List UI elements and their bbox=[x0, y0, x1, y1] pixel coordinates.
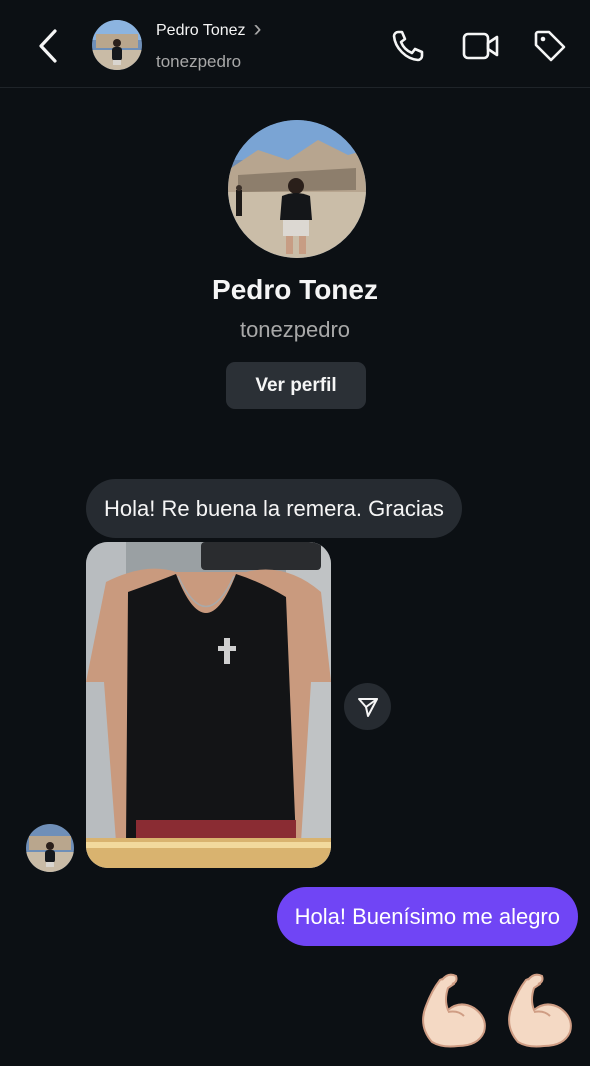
outgoing-emoji-message[interactable] bbox=[414, 970, 576, 1050]
flexed-biceps-icon bbox=[508, 973, 572, 1048]
sender-avatar[interactable] bbox=[26, 824, 74, 872]
flexed-biceps-icon bbox=[422, 973, 486, 1048]
view-profile-button[interactable]: Ver perfil bbox=[226, 362, 366, 409]
back-button[interactable] bbox=[30, 26, 66, 66]
share-button[interactable] bbox=[344, 683, 391, 730]
call-button[interactable] bbox=[388, 26, 428, 66]
contact-username: tonezpedro bbox=[156, 52, 242, 71]
video-camera-icon bbox=[462, 32, 499, 60]
header-title[interactable]: Pedro Tonez › bbox=[156, 15, 262, 42]
outgoing-message[interactable]: Hola! Buenísimo me alegro bbox=[276, 887, 578, 946]
incoming-message[interactable]: Hola! Re buena la remera. Gracias bbox=[86, 479, 462, 538]
profile-name: Pedro Tonez bbox=[212, 274, 378, 305]
video-call-button[interactable] bbox=[461, 26, 501, 66]
profile-username: tonezpedro bbox=[239, 317, 351, 342]
chat-header: Pedro Tonez › tonezpedro bbox=[0, 0, 590, 88]
avatar[interactable] bbox=[92, 20, 142, 70]
chevron-left-icon bbox=[39, 29, 57, 63]
incoming-photo[interactable] bbox=[86, 542, 331, 868]
chevron-right-icon: › bbox=[253, 15, 262, 42]
contact-name: Pedro Tonez bbox=[156, 21, 246, 39]
phone-icon bbox=[392, 30, 424, 62]
label-button[interactable] bbox=[530, 26, 570, 66]
send-icon bbox=[357, 697, 378, 717]
tag-icon bbox=[534, 30, 566, 62]
profile-avatar[interactable] bbox=[228, 120, 366, 258]
